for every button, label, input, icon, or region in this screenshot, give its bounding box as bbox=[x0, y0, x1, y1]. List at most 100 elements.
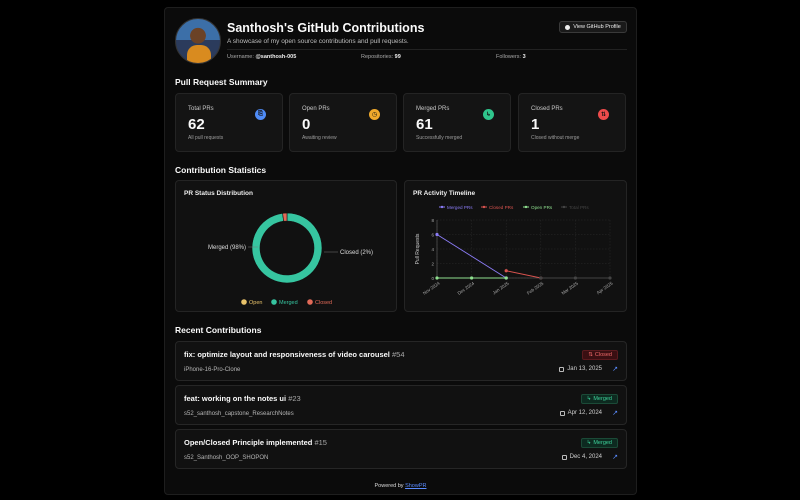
donut-slice-closed bbox=[282, 212, 288, 222]
stat-value: 1 bbox=[531, 116, 540, 133]
contribution-date: Dec 4, 2024 bbox=[561, 454, 602, 460]
x-tick-label: Jan 2025 bbox=[492, 280, 510, 295]
stat-label: Merged PRs bbox=[416, 106, 450, 112]
y-tick-label: 6 bbox=[431, 232, 434, 237]
pr-number: #15 bbox=[314, 438, 327, 447]
closed-pr-icon: ⇅ bbox=[588, 352, 593, 358]
data-point-merged-prs bbox=[435, 232, 439, 237]
y-tick-label: 2 bbox=[431, 261, 434, 266]
pr-number: #23 bbox=[288, 394, 301, 403]
repo-name: s52_Santhosh_OOP_SHOPON bbox=[184, 455, 269, 461]
y-axis-label: Pull Requests bbox=[415, 233, 421, 264]
external-link-icon[interactable]: ↗ bbox=[612, 365, 618, 373]
pr-summary-title: Pull Request Summary bbox=[175, 77, 268, 87]
contribution-item[interactable]: fix: optimize layout and responsiveness … bbox=[175, 341, 627, 381]
legend-label: Merged PRs bbox=[447, 205, 473, 210]
page-container: Santhosh's GitHub Contributions A showca… bbox=[164, 7, 637, 495]
repos-value: 99 bbox=[394, 54, 401, 60]
page-title: Santhosh's GitHub Contributions bbox=[227, 21, 425, 35]
stat-label: Total PRs bbox=[188, 106, 214, 112]
data-point-total-prs bbox=[539, 276, 543, 280]
calendar-icon bbox=[559, 366, 565, 372]
x-tick-label: Apr 2025 bbox=[596, 280, 614, 295]
data-point-closed-prs bbox=[504, 269, 508, 273]
username-label: Username: bbox=[227, 54, 254, 60]
legend-marker-merged bbox=[271, 299, 277, 305]
merge-icon: ↳ bbox=[586, 396, 592, 402]
contribution-title[interactable]: fix: optimize layout and responsiveness … bbox=[184, 350, 405, 359]
legend-label: Total PRs bbox=[569, 205, 589, 210]
date-text: Apr 12, 2024 bbox=[567, 410, 602, 416]
status-badge: ↳ Merged bbox=[580, 438, 618, 448]
calendar-icon bbox=[559, 410, 565, 416]
contribution-item[interactable]: Open/Closed Principle implemented #15 s5… bbox=[175, 429, 627, 469]
stat-card-closed: Closed PRs 1 Closed without merge ⇅ bbox=[518, 93, 626, 152]
divider bbox=[227, 49, 627, 50]
followers-value: 3 bbox=[522, 54, 526, 60]
stat-caption: Closed without merge bbox=[531, 135, 580, 141]
status-text: Merged bbox=[593, 440, 612, 446]
x-tick-label: Feb 2025 bbox=[526, 280, 545, 295]
showpr-link[interactable]: ShowPR bbox=[405, 483, 426, 489]
legend-dot bbox=[524, 205, 528, 209]
date-text: Jan 13, 2025 bbox=[567, 366, 602, 372]
view-profile-label: View GitHub Profile bbox=[573, 24, 621, 30]
view-profile-button[interactable]: View GitHub Profile bbox=[559, 21, 627, 33]
page-subtitle: A showcase of my open source contributio… bbox=[227, 38, 409, 45]
external-link-icon[interactable]: ↗ bbox=[612, 409, 618, 417]
stat-label: Closed PRs bbox=[531, 106, 563, 112]
legend-label: Open PRs bbox=[531, 205, 553, 210]
x-tick-label: Dec 2024 bbox=[457, 280, 476, 295]
merge-icon: ↳ bbox=[483, 109, 494, 120]
status-text: Merged bbox=[593, 396, 612, 402]
legend-label-closed: Closed bbox=[315, 300, 332, 306]
x-tick-label: Nov 2024 bbox=[422, 280, 441, 295]
pr-icon: ⎘ bbox=[255, 109, 266, 120]
followers-info: Followers: 3 bbox=[496, 54, 526, 60]
y-tick-label: 8 bbox=[431, 218, 434, 223]
status-badge: ⇅ Closed bbox=[582, 350, 618, 360]
merged-annotation: Merged (98%) bbox=[208, 245, 246, 251]
stat-value: 61 bbox=[416, 116, 433, 133]
stats-title: Contribution Statistics bbox=[175, 165, 267, 175]
contribution-title[interactable]: Open/Closed Principle implemented #15 bbox=[184, 438, 327, 447]
github-icon bbox=[565, 24, 571, 30]
legend-dot bbox=[562, 205, 566, 209]
donut-chart: Merged (98%) Closed (2%) Open Merged Closed bbox=[208, 212, 373, 306]
calendar-icon bbox=[561, 454, 567, 460]
clock-icon: ◷ bbox=[369, 109, 380, 120]
contribution-title-text: feat: working on the notes ui bbox=[184, 394, 287, 403]
stat-card-total: Total PRs 62 All pull requests ⎘ bbox=[175, 93, 283, 152]
series-line-closed-prs bbox=[506, 270, 541, 279]
stat-label: Open PRs bbox=[302, 106, 330, 112]
external-link-icon[interactable]: ↗ bbox=[612, 453, 618, 461]
repo-name: s52_santhosh_capstone_ResearchNotes bbox=[184, 411, 294, 417]
status-badge: ↳ Merged bbox=[580, 394, 618, 404]
contribution-item[interactable]: feat: working on the notes ui #23 s52_sa… bbox=[175, 385, 627, 425]
avatar bbox=[175, 18, 221, 64]
repos-label: Repositories: bbox=[361, 54, 394, 60]
contribution-title-text: Open/Closed Principle implemented bbox=[184, 438, 313, 447]
y-tick-label: 4 bbox=[431, 247, 434, 252]
data-point-total-prs bbox=[573, 276, 577, 280]
timeline-chart: 0 2 4 6 8 Nov 2024 Dec 2024 Jan 2025 Feb 2025 Mar… bbox=[415, 205, 614, 296]
donut-slice-merged bbox=[251, 212, 323, 284]
legend-dot bbox=[440, 205, 444, 209]
contribution-date: Apr 12, 2024 bbox=[559, 410, 602, 416]
contribution-title[interactable]: feat: working on the notes ui #23 bbox=[184, 394, 301, 403]
timeline-panel: PR Activity Timeline 0 2 4 6 8 Nov 2024 Dec 20… bbox=[404, 180, 627, 312]
stat-caption: Successfully merged bbox=[416, 135, 463, 141]
contribution-date: Jan 13, 2025 bbox=[559, 366, 602, 372]
legend-marker-open bbox=[241, 299, 247, 305]
stat-caption: All pull requests bbox=[188, 135, 224, 141]
data-point-open-prs bbox=[470, 276, 474, 280]
legend-label-merged: Merged bbox=[279, 300, 298, 306]
merge-icon: ↳ bbox=[586, 440, 592, 446]
stat-card-open: Open PRs 0 Awaiting review ◷ bbox=[289, 93, 397, 152]
repo-name: iPhone-16-Pro-Clone bbox=[184, 367, 241, 373]
closed-pr-icon: ⇅ bbox=[598, 109, 609, 120]
username-info: Username: @santhosh-005 bbox=[227, 54, 296, 60]
stat-value: 62 bbox=[188, 116, 205, 133]
x-tick-label: Mar 2025 bbox=[561, 280, 580, 295]
pr-number: #54 bbox=[391, 350, 405, 359]
